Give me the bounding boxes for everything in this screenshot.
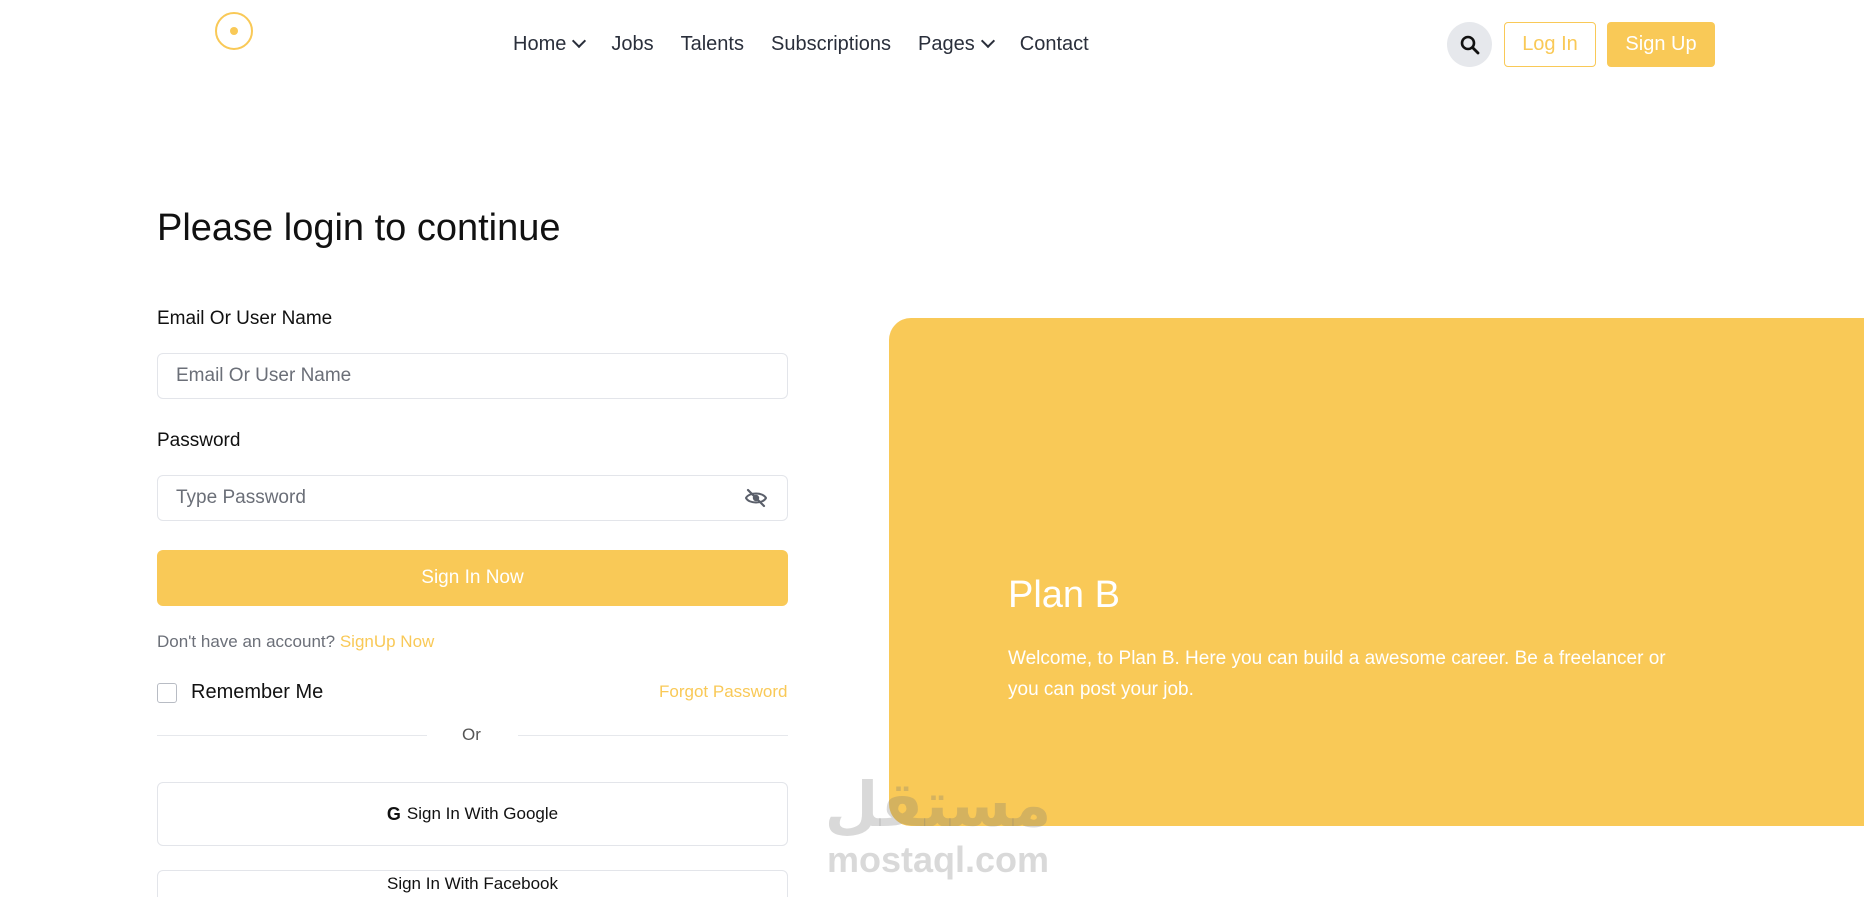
login-button[interactable]: Log In	[1504, 22, 1596, 67]
password-placeholder: Type Password	[176, 487, 306, 508]
remember-me-label: Remember Me	[191, 681, 324, 703]
facebook-sign-in-label: Sign In With Facebook	[386, 874, 559, 893]
google-sign-in-label: Sign In With Google	[406, 804, 559, 823]
sign-in-button[interactable]: Sign In Now	[157, 550, 788, 606]
nav-item-label: Jobs	[611, 32, 654, 55]
nav-item-contact[interactable]: Contact	[1020, 33, 1089, 56]
search-icon	[1460, 35, 1479, 54]
page-title: Please login to continue	[157, 207, 561, 249]
remember-me[interactable]: Remember Me	[157, 681, 323, 704]
nav-item-label: Contact	[1019, 32, 1089, 55]
password-label: Password	[157, 430, 241, 451]
promo-text: Welcome, to Plan B. Here you can build a…	[1008, 648, 1666, 700]
main-nav: Home Jobs Talents Subscriptions Pages Co…	[513, 30, 1089, 58]
nav-item-label: Home	[513, 32, 567, 55]
watermark-latin: mostaql.com	[826, 839, 1050, 880]
email-placeholder: Email Or User Name	[176, 365, 352, 386]
remember-me-checkbox[interactable]	[157, 682, 177, 703]
facebook-sign-in-button[interactable]: Sign In With Facebook	[157, 870, 788, 897]
forgot-password-link[interactable]: Forgot Password	[659, 682, 788, 702]
search-button[interactable]	[1447, 22, 1492, 67]
nav-item-label: Talents	[680, 32, 744, 55]
signup-button[interactable]: Sign Up	[1607, 22, 1715, 67]
promo-panel: Plan B Welcome, to Plan B. Here you can …	[889, 318, 1864, 826]
eye-slash-icon[interactable]	[744, 488, 768, 513]
nav-item-pages[interactable]: Pages	[918, 32, 995, 56]
nav-item-talents[interactable]: Talents	[681, 33, 744, 56]
google-icon: G	[386, 803, 401, 824]
chevron-down-icon	[572, 33, 587, 49]
signup-now-link[interactable]: SignUp Now	[340, 632, 435, 651]
divider-left	[157, 735, 427, 736]
promo-title: Plan B	[1008, 574, 1120, 616]
nav-item-label: Pages	[918, 32, 975, 55]
divider-right	[518, 735, 788, 736]
google-sign-in-button[interactable]: G Sign In With Google	[157, 782, 788, 846]
email-label: Email Or User Name	[157, 308, 333, 329]
nav-item-label: Subscriptions	[770, 32, 892, 55]
no-account-text: Don't have an account? SignUp Now	[157, 632, 434, 652]
email-field[interactable]: Email Or User Name	[157, 353, 788, 399]
site-logo[interactable]	[215, 12, 253, 50]
nav-item-subscriptions[interactable]: Subscriptions	[771, 33, 891, 56]
nav-item-home[interactable]: Home	[513, 32, 587, 56]
nav-item-jobs[interactable]: Jobs	[611, 33, 653, 56]
password-field[interactable]: Type Password	[157, 475, 788, 521]
chevron-down-icon	[980, 33, 995, 49]
or-text: Or	[462, 725, 481, 744]
no-account-label: Don't have an account?	[157, 632, 336, 651]
